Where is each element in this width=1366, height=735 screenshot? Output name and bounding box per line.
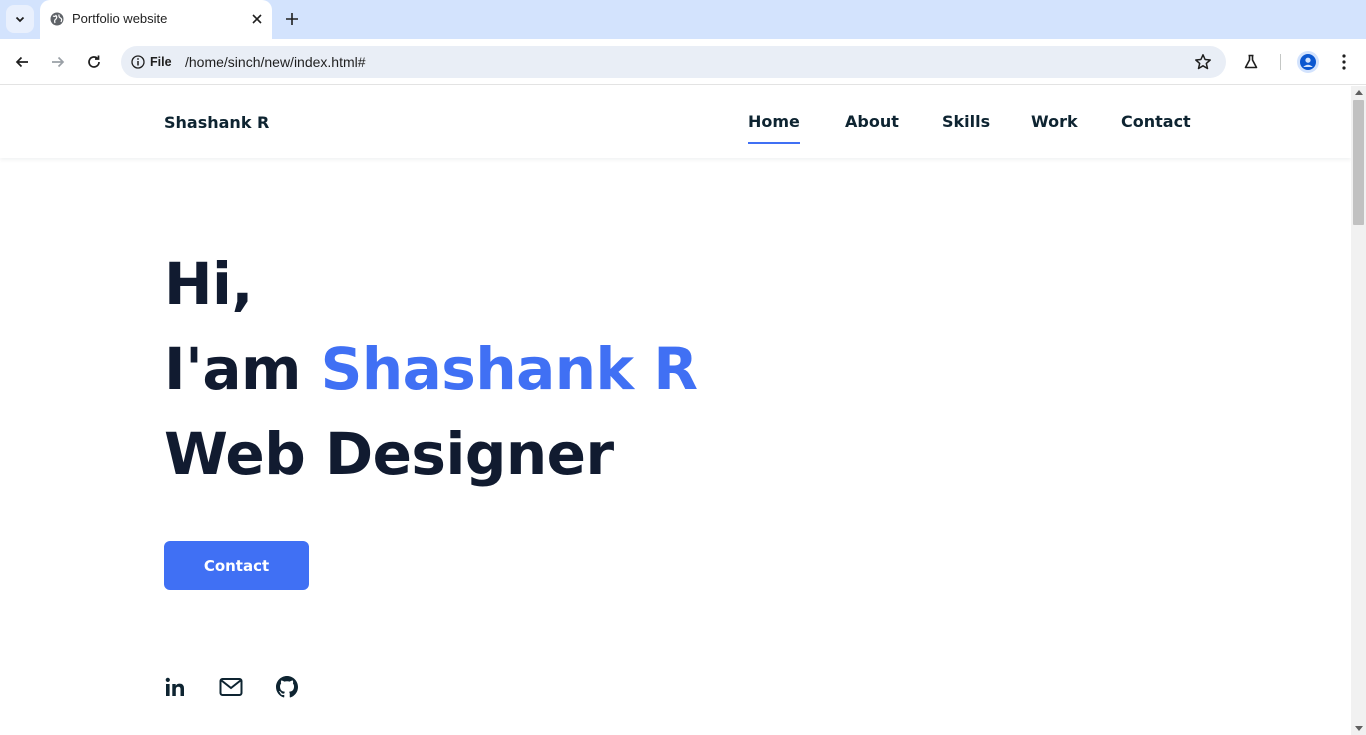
hero-intro-prefix: I'am [164,335,321,403]
url-text[interactable]: /home/sinch/new/index.html# [185,54,366,70]
linkedin-icon [165,677,184,696]
nav-about[interactable]: About [845,112,899,131]
nav-home[interactable]: Home [748,112,800,144]
site-logo[interactable]: Shashank R [164,113,269,132]
hero-intro: I'am Shashank R [164,335,698,403]
scroll-thumb[interactable] [1353,100,1364,225]
tab-strip: Portfolio website [0,0,1366,39]
profile-button[interactable] [1297,51,1319,73]
back-button[interactable] [11,51,33,73]
nav-contact[interactable]: Contact [1121,112,1191,131]
github-icon [276,676,298,698]
reload-icon [88,55,100,68]
browser-toolbar: File /home/sinch/new/index.html# [0,39,1366,85]
info-icon [131,55,145,69]
flask-icon [1244,54,1258,69]
plus-icon [286,13,298,25]
url-scheme-label: File [150,55,172,69]
site-header: Shashank R Home About Skills Work Contac… [0,86,1351,158]
contact-button[interactable]: Contact [164,541,309,590]
email-link[interactable] [219,675,243,699]
nav-skills[interactable]: Skills [942,112,990,131]
scroll-down-arrow[interactable] [1355,726,1363,731]
globe-icon [50,12,64,26]
scroll-up-arrow[interactable] [1355,90,1363,95]
arrow-right-icon [52,56,65,68]
page-scrollbar[interactable] [1351,86,1366,735]
arrow-left-icon [15,56,28,68]
address-bar[interactable]: File /home/sinch/new/index.html# [121,46,1226,78]
more-vert-icon [1342,54,1346,70]
github-link[interactable] [275,675,299,699]
hero-greeting: Hi, [164,250,253,318]
site-info-chip[interactable]: File [129,51,178,73]
person-icon [1300,54,1316,70]
hero-name: Shashank R [320,335,698,403]
labs-button[interactable] [1240,51,1262,73]
page-viewport: Shashank R Home About Skills Work Contac… [0,86,1351,735]
menu-button[interactable] [1333,51,1355,73]
tab-search-button[interactable] [6,5,34,33]
hero-role: Web Designer [164,420,614,488]
close-icon [252,14,262,24]
star-icon[interactable] [1194,53,1212,71]
toolbar-separator [1280,54,1281,70]
nav-work[interactable]: Work [1031,112,1078,131]
mail-icon [219,678,243,696]
active-tab[interactable]: Portfolio website [40,0,272,39]
tab-close-button[interactable] [249,11,265,27]
linkedin-link[interactable] [163,675,187,699]
chevron-down-icon [15,16,25,23]
reload-button[interactable] [83,51,105,73]
new-tab-button[interactable] [282,9,302,29]
forward-button[interactable] [47,51,69,73]
tab-title: Portfolio website [72,11,168,26]
